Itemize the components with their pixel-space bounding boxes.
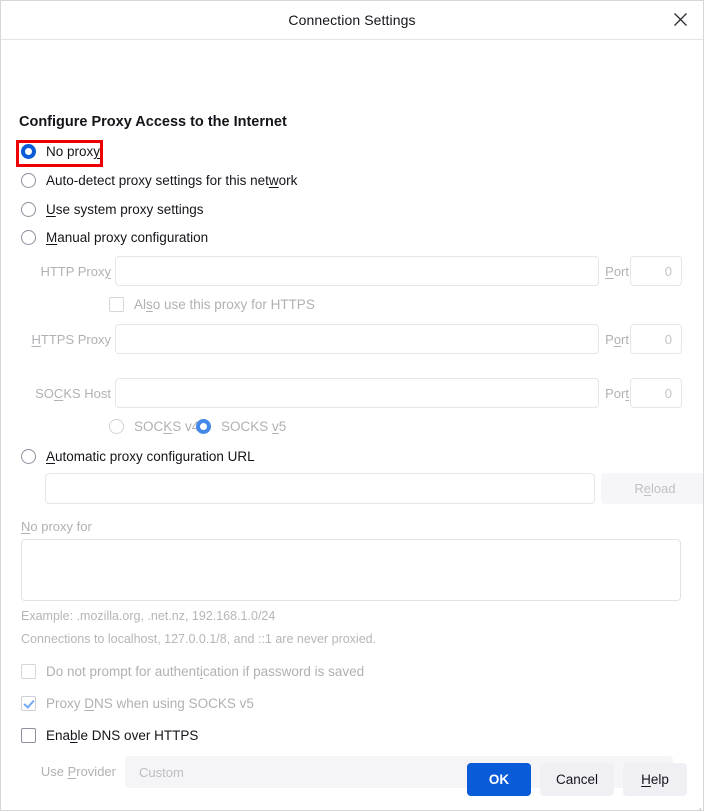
checkbox-label-no-auth-prompt: Do not prompt for authentication if pass… bbox=[46, 664, 365, 679]
checkbox-proxy-dns[interactable]: Proxy DNS when using SOCKS v5 bbox=[21, 696, 254, 711]
localhost-note: Connections to localhost, 127.0.0.1/8, a… bbox=[21, 632, 377, 646]
pac-url-input[interactable] bbox=[45, 473, 595, 504]
radio-label-socks-v4: SOCKS v4 bbox=[134, 419, 200, 434]
socks-port-label: Port bbox=[605, 386, 629, 401]
radio-label-no-proxy: No proxy bbox=[46, 144, 101, 159]
ok-button[interactable]: OK bbox=[466, 763, 531, 796]
radio-indicator-pac-url bbox=[21, 449, 36, 464]
radio-pac-url[interactable]: Automatic proxy configuration URL bbox=[21, 449, 255, 464]
radio-indicator-system-proxy bbox=[21, 202, 36, 217]
checkbox-label-also-https: Also use this proxy for HTTPS bbox=[134, 297, 315, 312]
checkbox-indicator-no-auth-prompt bbox=[21, 664, 36, 679]
radio-label-pac-url: Automatic proxy configuration URL bbox=[46, 449, 255, 464]
radio-no-proxy[interactable]: No proxy bbox=[21, 144, 100, 159]
https-proxy-label: HTTPS Proxy bbox=[31, 332, 111, 347]
connection-settings-dialog: Connection Settings Configure Proxy Acce… bbox=[0, 0, 704, 811]
dialog-title: Connection Settings bbox=[288, 12, 416, 28]
socks-port-input[interactable]: 0 bbox=[630, 378, 682, 408]
checkbox-also-https[interactable]: Also use this proxy for HTTPS bbox=[109, 297, 315, 312]
use-provider-label: Use Provider bbox=[40, 764, 116, 779]
cancel-button[interactable]: Cancel bbox=[539, 763, 614, 796]
checkbox-indicator-enable-doh bbox=[21, 728, 36, 743]
checkbox-label-proxy-dns: Proxy DNS when using SOCKS v5 bbox=[46, 696, 254, 711]
radio-manual-proxy[interactable]: Manual proxy configuration bbox=[21, 230, 208, 245]
help-button-label: Help bbox=[641, 772, 669, 787]
checkbox-no-auth-prompt[interactable]: Do not prompt for authentication if pass… bbox=[21, 664, 364, 679]
socks-host-label: SOCKS Host bbox=[35, 386, 111, 401]
radio-indicator-manual-proxy bbox=[21, 230, 36, 245]
radio-label-system-proxy: Use system proxy settings bbox=[46, 202, 204, 217]
radio-system-proxy[interactable]: Use system proxy settings bbox=[21, 202, 204, 217]
radio-auto-detect[interactable]: Auto-detect proxy settings for this netw… bbox=[21, 173, 297, 188]
https-proxy-input[interactable] bbox=[115, 324, 599, 354]
radio-indicator-auto-detect bbox=[21, 173, 36, 188]
checkbox-enable-doh[interactable]: Enable DNS over HTTPS bbox=[21, 728, 198, 743]
radio-indicator-no-proxy bbox=[21, 144, 36, 159]
no-proxy-for-textarea[interactable] bbox=[21, 539, 681, 601]
close-button[interactable] bbox=[657, 1, 703, 38]
resize-grip[interactable] bbox=[688, 797, 702, 810]
provider-select-value: Custom bbox=[139, 764, 184, 780]
http-proxy-label: HTTP Proxy bbox=[40, 264, 111, 279]
help-button[interactable]: Help bbox=[623, 763, 687, 796]
radio-indicator-socks-v5 bbox=[196, 419, 211, 434]
checkbox-indicator-also-https bbox=[109, 297, 124, 312]
https-port-input[interactable]: 0 bbox=[630, 324, 682, 354]
dialog-footer: OK Cancel Help bbox=[466, 763, 687, 796]
http-port-input[interactable]: 0 bbox=[630, 256, 682, 286]
example-note: Example: .mozilla.org, .net.nz, 192.168.… bbox=[21, 609, 276, 623]
radio-label-socks-v5: SOCKS v5 bbox=[221, 419, 287, 434]
radio-indicator-socks-v4 bbox=[109, 419, 124, 434]
reload-button-label: Reload bbox=[634, 481, 676, 496]
no-proxy-for-label: No proxy for bbox=[21, 519, 92, 534]
checkbox-indicator-proxy-dns bbox=[21, 696, 36, 711]
dialog-body: Configure Proxy Access to the Internet N… bbox=[1, 40, 703, 810]
https-port-label: Port bbox=[605, 332, 629, 347]
http-port-label: Port bbox=[605, 264, 629, 279]
radio-socks-v5[interactable]: SOCKS v5 bbox=[196, 419, 286, 434]
http-proxy-input[interactable] bbox=[115, 256, 599, 286]
titlebar: Connection Settings bbox=[1, 1, 703, 40]
socks-host-input[interactable] bbox=[115, 378, 599, 408]
radio-label-auto-detect: Auto-detect proxy settings for this netw… bbox=[46, 173, 298, 188]
close-icon bbox=[673, 12, 688, 27]
checkbox-label-enable-doh: Enable DNS over HTTPS bbox=[46, 728, 199, 743]
reload-button[interactable]: Reload bbox=[601, 473, 703, 504]
radio-socks-v4[interactable]: SOCKS v4 bbox=[109, 419, 199, 434]
page-title: Configure Proxy Access to the Internet bbox=[19, 114, 287, 130]
radio-label-manual-proxy: Manual proxy configuration bbox=[46, 230, 209, 245]
